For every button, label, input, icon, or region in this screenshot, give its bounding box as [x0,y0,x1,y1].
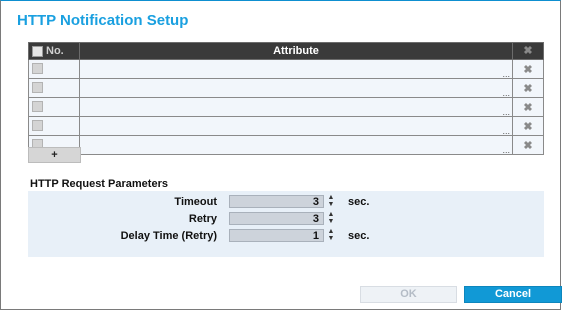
row-no-cell [28,97,80,117]
row-checkbox[interactable] [32,63,43,75]
header-no: No. [28,42,80,60]
retry-label: Retry [188,213,217,225]
table-row: ... ✖ [28,116,544,136]
delete-cell[interactable]: ✖ [512,116,544,136]
table-row: ... ✖ [28,59,544,79]
chevron-down-icon[interactable]: ▼ [328,201,335,208]
row-no-cell [28,59,80,79]
delay-field[interactable]: 1 [229,229,324,242]
edit-ellipsis[interactable]: ... [502,145,510,155]
edit-ellipsis[interactable]: ... [502,88,510,98]
attribute-cell[interactable]: ... [79,78,513,98]
timeout-field[interactable]: 3 [229,195,324,208]
edit-ellipsis[interactable]: ... [502,126,510,136]
timeout-stepper[interactable]: ▲ ▼ [327,194,335,209]
retry-stepper[interactable]: ▲ ▼ [327,211,335,226]
dialog-title: HTTP Notification Setup [17,12,189,29]
table-row: ... ✖ [28,135,544,155]
row-no-cell [28,78,80,98]
edit-ellipsis[interactable]: ... [502,69,510,79]
edit-ellipsis[interactable]: ... [502,107,510,117]
delete-cell[interactable]: ✖ [512,78,544,98]
retry-field[interactable]: 3 [229,212,324,225]
close-icon[interactable]: ✖ [523,83,532,95]
table-row: ... ✖ [28,97,544,117]
header-delete: ✖ [512,42,544,60]
delete-cell[interactable]: ✖ [512,97,544,117]
delay-label: Delay Time (Retry) [120,230,217,242]
close-icon[interactable]: ✖ [523,121,532,133]
section-title: HTTP Request Parameters [30,178,168,190]
row-checkbox[interactable] [32,82,43,94]
timeout-unit: sec. [348,196,370,208]
attribute-cell[interactable]: ... [79,97,513,117]
delete-cell[interactable]: ✖ [512,59,544,79]
cancel-button[interactable]: Cancel [464,286,562,303]
close-icon[interactable]: ✖ [523,64,532,76]
table-header: No. Attribute ✖ [28,42,544,60]
table-row: ... ✖ [28,78,544,98]
attribute-cell[interactable]: ... [79,135,513,155]
chevron-down-icon[interactable]: ▼ [328,235,335,242]
header-no-label: No. [46,45,64,57]
attribute-cell[interactable]: ... [79,116,513,136]
close-icon[interactable]: ✖ [523,102,532,114]
close-icon[interactable]: ✖ [523,140,532,152]
ok-button[interactable]: OK [360,286,457,303]
chevron-up-icon[interactable]: ▲ [328,211,335,218]
select-all-checkbox[interactable] [32,45,43,57]
chevron-up-icon[interactable]: ▲ [328,194,335,201]
attribute-cell[interactable]: ... [79,59,513,79]
delay-stepper[interactable]: ▲ ▼ [327,228,335,243]
close-icon: ✖ [523,45,533,57]
add-row-button[interactable]: + [28,147,81,163]
chevron-down-icon[interactable]: ▼ [328,218,335,225]
timeout-label: Timeout [174,196,217,208]
row-checkbox[interactable] [32,120,43,132]
header-attribute: Attribute [79,42,513,60]
row-checkbox[interactable] [32,101,43,113]
delete-cell[interactable]: ✖ [512,135,544,155]
delay-unit: sec. [348,230,370,242]
chevron-up-icon[interactable]: ▲ [328,228,335,235]
row-no-cell [28,116,80,136]
attribute-table: No. Attribute ✖ ... ✖ ... ✖ ... ✖ ... ✖ … [28,42,544,155]
